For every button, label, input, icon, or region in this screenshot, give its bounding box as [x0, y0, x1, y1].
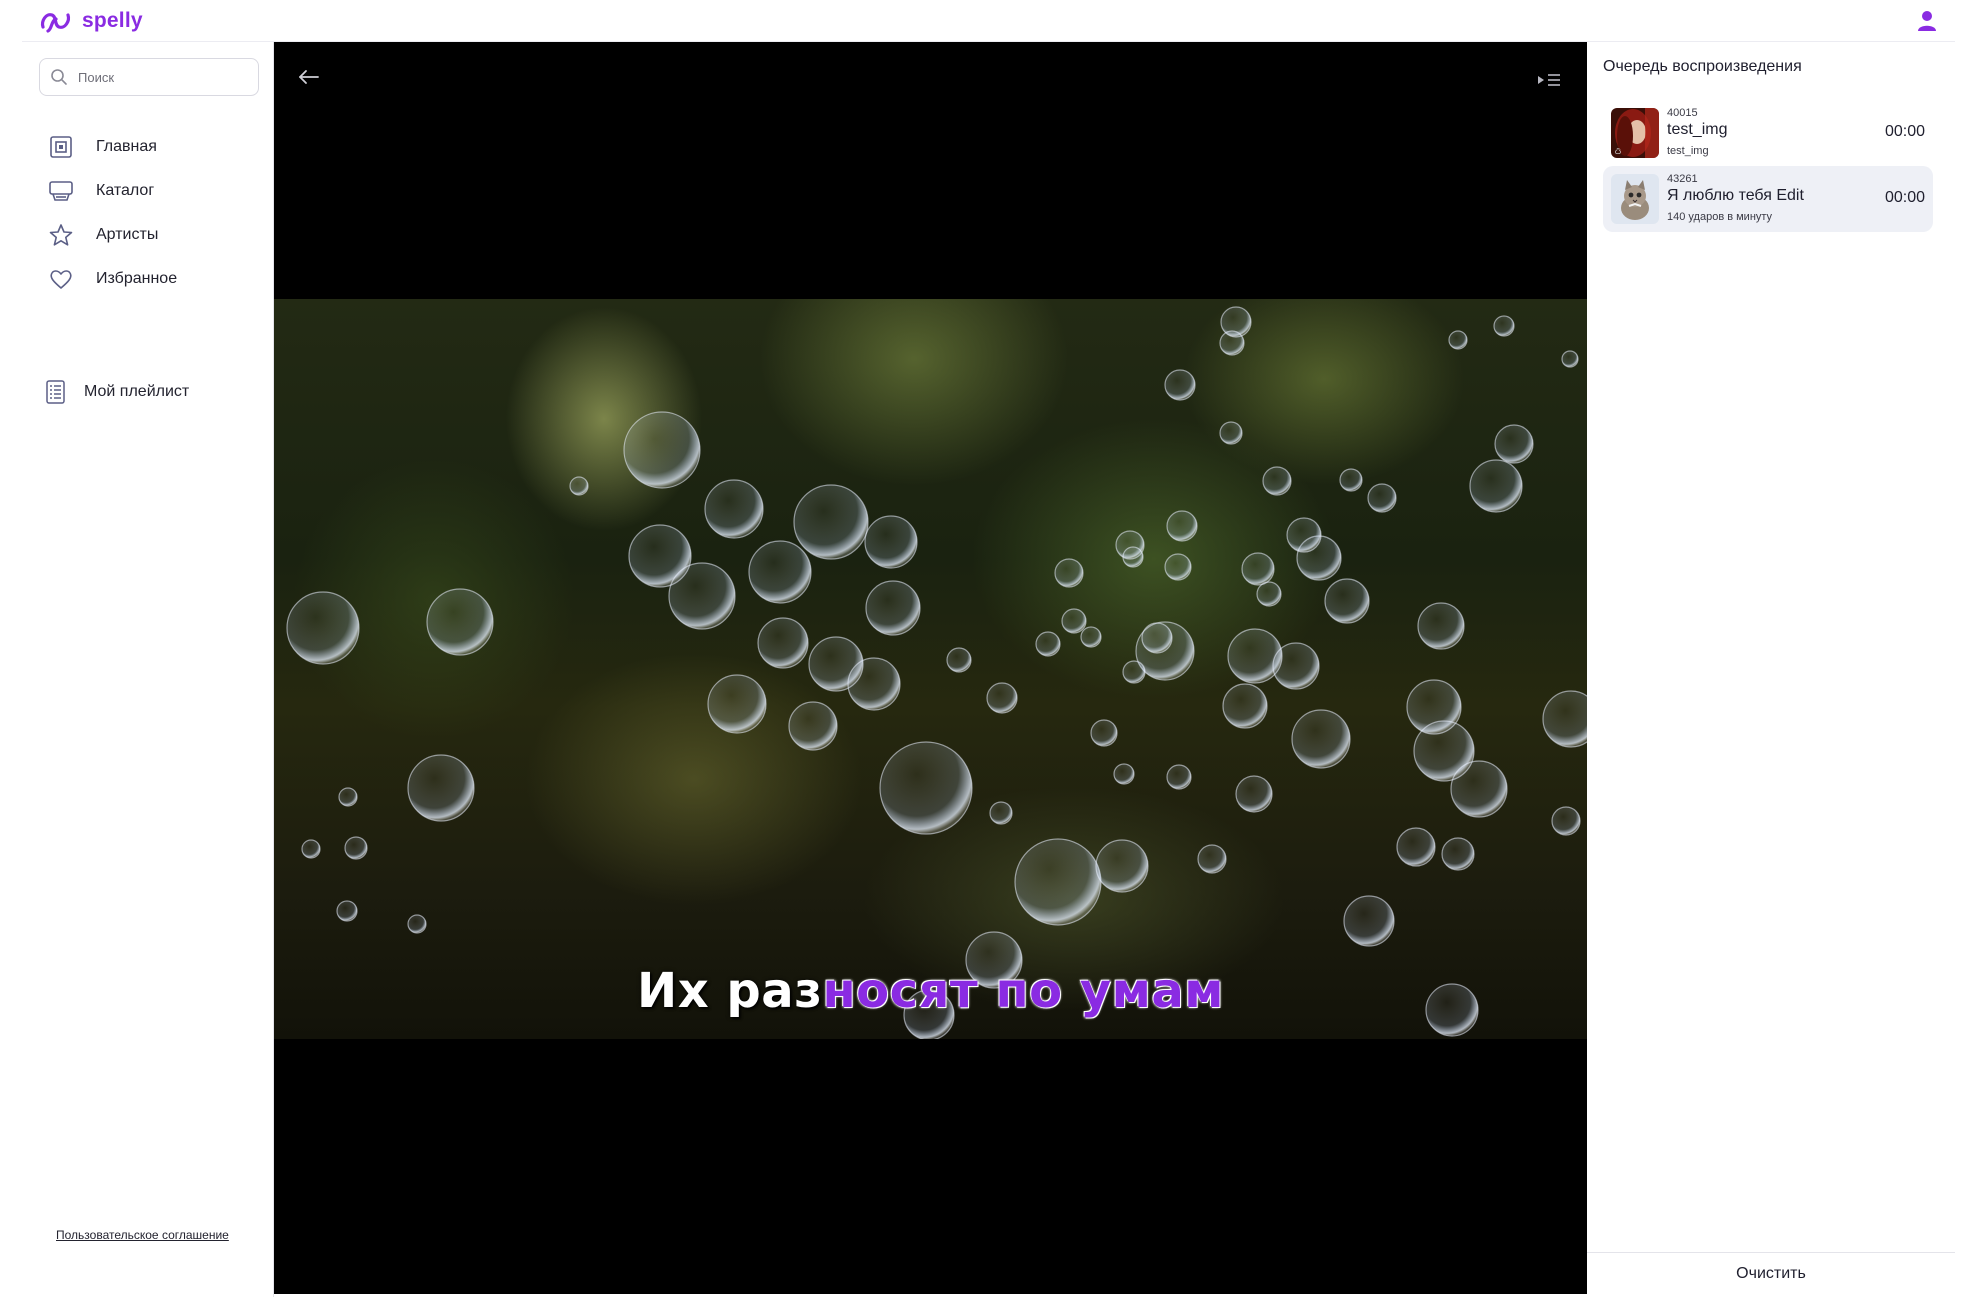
- video-frame: Их разносят по умам: [274, 299, 1587, 1039]
- queue-track-item[interactable]: ѽ 40015 test_img test_img 00:00: [1603, 100, 1933, 166]
- sidebar-item-label: Каталог: [96, 182, 155, 199]
- sidebar-item-label: Мой плейлист: [84, 383, 190, 400]
- queue-title: Очередь воспроизведения: [1603, 58, 1802, 75]
- queue-track-item-active[interactable]: 43261 Я люблю тебя Edit 140 ударов в мин…: [1603, 166, 1933, 232]
- track-cover-art: [1611, 174, 1659, 224]
- track-duration: 00:00: [1884, 123, 1925, 140]
- user-avatar-icon[interactable]: [1912, 6, 1942, 36]
- logo-icon: [40, 13, 71, 33]
- playback-queue-panel: Очередь воспроизведения ѽ 40015 test_img…: [1587, 42, 1955, 1294]
- track-id: 40015: [1667, 107, 1698, 119]
- sidebar-item-artists[interactable]: Артисты: [48, 218, 158, 252]
- queue-footer: Очистить: [1587, 1252, 1955, 1294]
- karaoke-lyric-line: Их разносят по умам: [274, 963, 1587, 1019]
- logo[interactable]: spelly: [38, 6, 143, 36]
- queue-toggle-icon[interactable]: [1536, 68, 1564, 92]
- track-title: Я люблю тебя Edit: [1667, 187, 1804, 204]
- search-box[interactable]: [39, 58, 259, 96]
- lyric-unsung-part: носят по умам: [822, 963, 1224, 1019]
- track-duration: 00:00: [1884, 189, 1925, 206]
- sidebar-item-label: Избранное: [96, 270, 178, 287]
- svg-text:ѽ: ѽ: [1615, 148, 1621, 156]
- search-input[interactable]: [78, 69, 238, 85]
- terms-link[interactable]: Пользовательское соглашение: [56, 1228, 229, 1242]
- lyric-sung-part: Их раз: [637, 963, 823, 1019]
- track-subtitle: 140 ударов в минуту: [1667, 211, 1773, 223]
- star-icon: [49, 224, 73, 246]
- track-cover-art: ѽ: [1611, 108, 1659, 158]
- sidebar: Главная Каталог Артисты Избранное: [22, 42, 274, 1297]
- track-subtitle: test_img: [1667, 145, 1709, 157]
- playlist-icon: [46, 380, 65, 404]
- sidebar-item-my-playlist[interactable]: Мой плейлист: [42, 375, 189, 409]
- back-arrow-icon[interactable]: [294, 62, 324, 92]
- track-cover-image: [1611, 174, 1659, 224]
- sidebar-item-label: Артисты: [96, 226, 159, 243]
- home-icon: [50, 136, 72, 158]
- catalog-icon: [49, 181, 73, 201]
- heart-icon: [50, 270, 72, 289]
- track-cover-image: ѽ: [1611, 108, 1659, 158]
- logo-text: spelly: [82, 9, 143, 32]
- sidebar-item-home[interactable]: Главная: [48, 130, 157, 164]
- sidebar-item-catalog[interactable]: Каталог: [48, 174, 154, 208]
- bubbles-background: [286, 306, 1587, 1039]
- sidebar-item-favorites[interactable]: Избранное: [48, 262, 177, 296]
- top-bar: spelly: [0, 0, 1961, 42]
- search-icon: [51, 69, 67, 85]
- track-id: 43261: [1667, 173, 1698, 185]
- clear-queue-button[interactable]: Очистить: [1587, 1253, 1955, 1295]
- track-title: test_img: [1667, 121, 1728, 138]
- sidebar-item-label: Главная: [96, 138, 157, 155]
- video-player[interactable]: Их разносят по умам: [274, 42, 1587, 1294]
